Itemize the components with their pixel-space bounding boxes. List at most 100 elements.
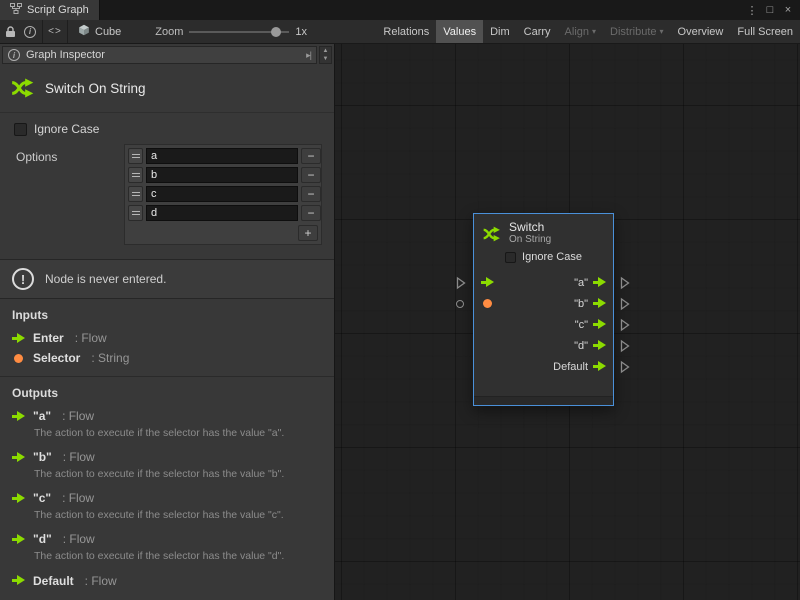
port-label: "d"	[574, 340, 588, 352]
unconnected-value-input-marker[interactable]	[456, 300, 464, 308]
tab-script-graph[interactable]: Script Graph	[0, 0, 100, 20]
port-name: "c"	[33, 491, 51, 505]
options-footer: +	[128, 225, 318, 241]
chevron-down-icon: ▾	[660, 28, 664, 36]
node-title-row: Switch On String	[0, 64, 334, 113]
code-view-button[interactable]: <>	[45, 20, 65, 43]
info-icon: i	[8, 49, 20, 61]
warning-icon: !	[12, 268, 34, 290]
flow-port-icon	[12, 333, 25, 344]
option-input[interactable]	[146, 205, 298, 221]
window-controls: ⋮ □ ×	[744, 0, 800, 20]
enter-port-icon[interactable]	[481, 277, 494, 288]
chevron-down-icon: ▾	[592, 28, 596, 36]
remove-option-button[interactable]: −	[301, 205, 321, 221]
output-port-c: "c" : Flow	[0, 488, 334, 508]
input-port-enter: Enter : Flow	[0, 328, 334, 348]
option-row: −	[128, 167, 318, 183]
selector-port-icon[interactable]	[483, 299, 492, 308]
port-type: : Flow	[63, 532, 95, 546]
b-output-port-icon[interactable]	[593, 298, 606, 309]
scrollbar-arrows[interactable]: ▲ ▼	[319, 46, 332, 64]
node-ignore-case-checkbox[interactable]	[505, 252, 516, 263]
default-output-port-icon[interactable]	[593, 361, 606, 372]
d-output-port-icon[interactable]	[593, 340, 606, 351]
graph-canvas[interactable]: Switch On String Ignore Case "a"	[335, 44, 800, 600]
c-output-port-icon[interactable]	[593, 319, 606, 330]
zoom-slider[interactable]	[189, 26, 289, 38]
maximize-icon[interactable]: □	[762, 4, 778, 16]
option-input[interactable]	[146, 186, 298, 202]
toolbar-button-dim[interactable]: Dim	[483, 20, 517, 43]
info-button[interactable]: i	[20, 20, 40, 43]
port-label: Default	[553, 361, 588, 373]
close-icon[interactable]: ×	[780, 4, 796, 16]
remove-option-button[interactable]: −	[301, 186, 321, 202]
port-description: The action to execute if the selector ha…	[34, 427, 322, 440]
drag-handle-icon[interactable]	[128, 186, 143, 202]
flow-port-icon	[12, 452, 25, 463]
option-row: −	[128, 205, 318, 221]
toolbar-separator	[42, 20, 43, 43]
tab-label: Script Graph	[27, 4, 89, 16]
unconnected-flow-input-marker[interactable]	[456, 276, 466, 289]
port-row-d: "d"	[474, 335, 613, 356]
option-input[interactable]	[146, 148, 298, 164]
toolbar-button-relations[interactable]: Relations	[376, 20, 436, 43]
inspector-top-row: i Graph Inspector ▸| ▲ ▼	[0, 44, 334, 64]
port-type: : Flow	[63, 450, 95, 464]
button-label: Distribute	[610, 26, 656, 38]
node-title: Switch	[509, 221, 551, 234]
port-name: Selector	[33, 351, 80, 365]
inputs-header: Inputs	[0, 299, 334, 328]
ignore-case-checkbox[interactable]	[14, 123, 27, 136]
toolbar-separator	[67, 20, 68, 43]
port-type: : Flow	[85, 574, 117, 588]
options-list: − − − − +	[124, 144, 322, 245]
zoom-slider-knob[interactable]	[271, 27, 281, 37]
button-label: Relations	[383, 26, 429, 38]
graph-target-button[interactable]: Cube	[70, 20, 129, 43]
button-label: Dim	[490, 26, 510, 38]
scroll-down-icon[interactable]: ▼	[320, 55, 331, 63]
graph-target-label: Cube	[95, 26, 121, 38]
node-ports: "a" "b"	[474, 268, 613, 377]
drag-handle-icon[interactable]	[128, 205, 143, 221]
unconnected-output-marker[interactable]	[620, 360, 630, 373]
cube-icon	[78, 24, 90, 39]
switch-on-string-node[interactable]: Switch On String Ignore Case "a"	[473, 213, 614, 406]
port-description: The action to execute if the selector ha…	[34, 509, 322, 522]
node-ignore-case-row: Ignore Case	[474, 249, 613, 268]
unconnected-output-marker[interactable]	[620, 297, 630, 310]
inspector-header: i Graph Inspector ▸|	[2, 46, 317, 64]
toolbar-button-carry[interactable]: Carry	[517, 20, 558, 43]
scroll-up-icon[interactable]: ▲	[320, 47, 331, 55]
node-title: Switch On String	[45, 81, 146, 96]
info-icon: i	[24, 26, 36, 38]
node-ignore-case-label: Ignore Case	[522, 251, 582, 263]
zoom-label: Zoom	[155, 26, 183, 38]
unconnected-output-marker[interactable]	[620, 339, 630, 352]
port-name: "b"	[33, 450, 52, 464]
dock-icon[interactable]: ▸|	[306, 50, 311, 61]
options-label: Options	[16, 150, 57, 164]
menu-icon[interactable]: ⋮	[744, 4, 760, 17]
a-output-port-icon[interactable]	[593, 277, 606, 288]
unconnected-output-marker[interactable]	[620, 276, 630, 289]
unconnected-output-marker[interactable]	[620, 318, 630, 331]
script-graph-window: Script Graph ⋮ □ × i <>	[0, 0, 800, 600]
drag-handle-icon[interactable]	[128, 167, 143, 183]
option-input[interactable]	[146, 167, 298, 183]
toolbar-button-values[interactable]: Values	[436, 20, 483, 43]
remove-option-button[interactable]: −	[301, 148, 321, 164]
toolbar-button-distribute[interactable]: Distribute ▾	[603, 20, 670, 43]
switch-icon	[482, 224, 502, 244]
drag-handle-icon[interactable]	[128, 148, 143, 164]
toolbar-button-overview[interactable]: Overview	[671, 20, 731, 43]
toolbar-button-fullscreen[interactable]: Full Screen	[730, 20, 800, 43]
remove-option-button[interactable]: −	[301, 167, 321, 183]
options-row: Options − − −	[0, 140, 334, 249]
lock-button[interactable]	[0, 20, 20, 43]
add-option-button[interactable]: +	[298, 225, 318, 241]
toolbar-button-align[interactable]: Align ▾	[558, 20, 603, 43]
